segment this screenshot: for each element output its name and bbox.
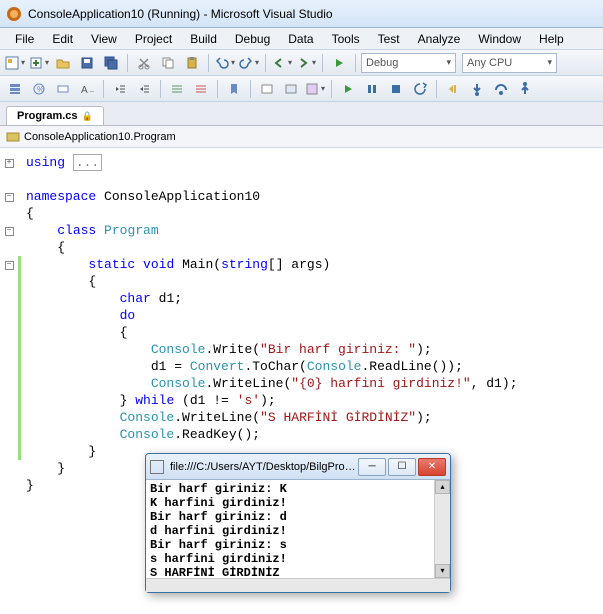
menu-test[interactable]: Test xyxy=(369,30,409,48)
class-path: ConsoleApplication10.Program xyxy=(24,131,176,143)
cut-button[interactable] xyxy=(133,52,155,74)
menu-project[interactable]: Project xyxy=(126,30,181,48)
save-button[interactable] xyxy=(76,52,98,74)
complete-word-button[interactable]: A→ xyxy=(76,78,98,100)
step-into-button[interactable] xyxy=(466,78,488,100)
console-scrollbar[interactable]: ▴ ▾ xyxy=(434,480,450,578)
separator xyxy=(265,54,266,72)
open-button[interactable] xyxy=(52,52,74,74)
decrease-indent-button[interactable] xyxy=(109,78,131,100)
console-output-window: file:///C:/Users/AYT/Desktop/BilgProg/Co… xyxy=(145,453,451,593)
window-titlebar: ConsoleApplication10 (Running) - Microso… xyxy=(0,0,603,28)
comment-button[interactable] xyxy=(166,78,188,100)
class-navigator[interactable]: ConsoleApplication10.Program xyxy=(0,126,603,148)
outline-gutter[interactable]: + − − − xyxy=(0,154,18,273)
start-button[interactable] xyxy=(328,52,350,74)
separator xyxy=(436,80,437,98)
break-all-button[interactable] xyxy=(361,78,383,100)
fold-minus-icon[interactable]: − xyxy=(5,193,14,202)
close-button[interactable]: ✕ xyxy=(418,458,446,476)
fold-minus-icon[interactable]: − xyxy=(5,261,14,270)
copy-button[interactable] xyxy=(157,52,179,74)
new-project-button[interactable] xyxy=(4,52,26,74)
menu-view[interactable]: View xyxy=(82,30,126,48)
menu-data[interactable]: Data xyxy=(279,30,322,48)
hex-icon[interactable] xyxy=(280,78,302,100)
menu-edit[interactable]: Edit xyxy=(43,30,82,48)
lock-icon: 🔒 xyxy=(82,111,93,122)
menu-tools[interactable]: Tools xyxy=(323,30,369,48)
add-item-button[interactable] xyxy=(28,52,50,74)
uncomment-button[interactable] xyxy=(190,78,212,100)
debug-windows-icon[interactable] xyxy=(256,78,278,100)
config-combo[interactable]: Debug xyxy=(361,53,456,73)
svg-text:A→: A→ xyxy=(81,85,94,96)
bookmark-button[interactable] xyxy=(223,78,245,100)
separator xyxy=(355,54,356,72)
console-title: file:///C:/Users/AYT/Desktop/BilgProg/Co… xyxy=(170,461,358,473)
show-next-button[interactable] xyxy=(442,78,464,100)
undo-button[interactable] xyxy=(214,52,236,74)
minimize-button[interactable]: ─ xyxy=(358,458,386,476)
tab-filename: Program.cs xyxy=(17,110,78,122)
fold-plus-icon[interactable]: + xyxy=(5,159,14,168)
window-title: ConsoleApplication10 (Running) - Microso… xyxy=(28,7,333,21)
increase-indent-button[interactable] xyxy=(133,78,155,100)
menu-window[interactable]: Window xyxy=(469,30,530,48)
code-content: using ... namespace ConsoleApplication10… xyxy=(26,154,603,494)
scroll-up-icon[interactable]: ▴ xyxy=(435,480,450,494)
parameter-info-button[interactable]: % xyxy=(28,78,50,100)
menu-analyze[interactable]: Analyze xyxy=(409,30,470,48)
restart-button[interactable] xyxy=(409,78,431,100)
menu-build[interactable]: Build xyxy=(181,30,226,48)
stop-button[interactable] xyxy=(385,78,407,100)
separator xyxy=(331,80,332,98)
class-icon xyxy=(6,130,20,144)
tab-program-cs[interactable]: Program.cs 🔒 xyxy=(6,106,104,125)
nav-back-button[interactable] xyxy=(271,52,293,74)
vs-app-icon xyxy=(6,6,22,22)
svg-text:%: % xyxy=(37,85,44,94)
separator xyxy=(250,80,251,98)
separator xyxy=(127,54,128,72)
continue-button[interactable] xyxy=(337,78,359,100)
maximize-button[interactable]: ☐ xyxy=(388,458,416,476)
console-app-icon xyxy=(150,460,164,474)
paste-button[interactable] xyxy=(181,52,203,74)
separator xyxy=(322,54,323,72)
step-over-button[interactable] xyxy=(490,78,512,100)
redo-button[interactable] xyxy=(238,52,260,74)
step-out-button[interactable] xyxy=(514,78,536,100)
change-marker xyxy=(18,256,21,460)
separator xyxy=(103,80,104,98)
breakpoints-icon[interactable] xyxy=(304,78,326,100)
console-output: Bir harf giriniz: K K harfini girdiniz! … xyxy=(146,480,450,576)
separator xyxy=(208,54,209,72)
menu-file[interactable]: File xyxy=(6,30,43,48)
separator xyxy=(160,80,161,98)
quick-info-button[interactable] xyxy=(52,78,74,100)
menu-debug[interactable]: Debug xyxy=(226,30,279,48)
member-list-button[interactable] xyxy=(4,78,26,100)
text-editor-toolbar: % A→ xyxy=(0,76,603,102)
menu-bar: File Edit View Project Build Debug Data … xyxy=(0,28,603,50)
document-tab-row: Program.cs 🔒 xyxy=(0,102,603,126)
nav-forward-button[interactable] xyxy=(295,52,317,74)
fold-minus-icon[interactable]: − xyxy=(5,227,14,236)
platform-combo[interactable]: Any CPU xyxy=(462,53,557,73)
menu-help[interactable]: Help xyxy=(530,30,573,48)
separator xyxy=(217,80,218,98)
console-statusbar xyxy=(146,578,450,592)
scroll-down-icon[interactable]: ▾ xyxy=(435,564,450,578)
console-titlebar[interactable]: file:///C:/Users/AYT/Desktop/BilgProg/Co… xyxy=(146,454,450,480)
standard-toolbar: Debug Any CPU xyxy=(0,50,603,76)
save-all-button[interactable] xyxy=(100,52,122,74)
